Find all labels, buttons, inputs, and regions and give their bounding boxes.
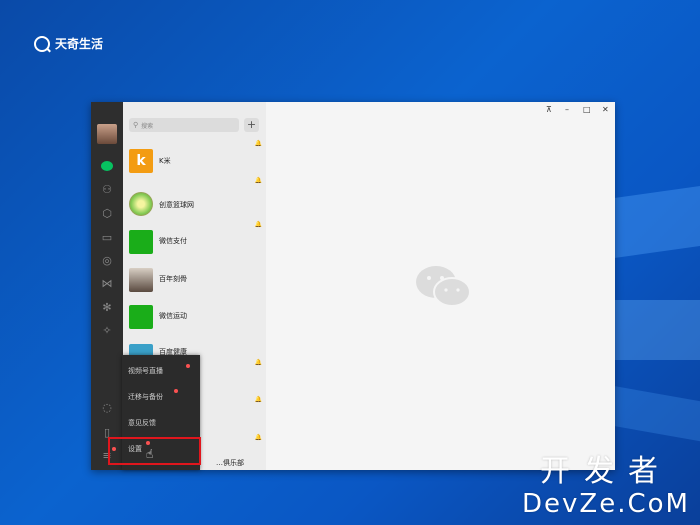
maximize-button[interactable]: □ [583, 105, 591, 114]
menu-item-channels-live[interactable]: 视频号直播 [128, 366, 163, 376]
chat-name-partial: …俱乐部 [216, 459, 244, 467]
kmi-avatar: k [129, 149, 153, 173]
list-item[interactable]: k K米 🔔 [123, 135, 266, 173]
brand-name: 天奇生活 [55, 37, 104, 51]
wechat-sport-avatar [129, 305, 153, 329]
list-item[interactable]: 创意篮球网 🔔 [123, 172, 266, 216]
phone-icon[interactable]: ◌ [100, 400, 114, 414]
list-item[interactable]: 微信运动 [123, 291, 266, 329]
search-feature-icon[interactable]: ✻ [100, 300, 114, 314]
chat-name: K米 [159, 157, 171, 165]
files-icon[interactable]: ▭ [100, 230, 114, 244]
close-button[interactable]: ✕ [602, 105, 609, 114]
mute-icon: 🔔 [254, 396, 262, 403]
menu-item-feedback[interactable]: 意见反馈 [128, 418, 156, 428]
search-placeholder: 搜索 [141, 122, 154, 130]
watermark-en: DevZe.CoM [522, 489, 690, 519]
list-item[interactable]: 微信支付 🔔 [123, 216, 266, 254]
avatar[interactable] [97, 124, 117, 144]
chat-name: 微信运动 [159, 312, 187, 320]
user-avatar [129, 268, 153, 292]
mute-icon: 🔔 [254, 140, 262, 147]
watermark-cn: 开发者 [540, 454, 672, 489]
search-input[interactable]: ⚲ 搜索 [129, 118, 239, 132]
favorites-icon[interactable]: ⬡ [100, 206, 114, 220]
chat-name: 微信支付 [159, 237, 187, 245]
chat-name: 百年刻骨 [159, 275, 187, 283]
mini-programs-icon[interactable]: ✧ [100, 323, 114, 337]
brand-logo-icon [34, 35, 50, 52]
pin-button[interactable]: ⊼ [546, 105, 552, 114]
moments-icon[interactable]: ◎ [100, 253, 114, 267]
mute-icon: 🔔 [254, 177, 262, 184]
list-item[interactable]: 百年刻骨 [123, 254, 266, 292]
site-watermark: 开发者 DevZe.CoM [522, 454, 690, 520]
search-icon: ⚲ [133, 121, 139, 129]
channels-icon[interactable]: ⋈ [100, 276, 114, 290]
add-button[interactable]: + [244, 118, 259, 132]
highlight-box [108, 437, 201, 465]
contacts-icon[interactable]: ⚇ [100, 182, 114, 196]
wechat-pay-avatar [129, 230, 153, 254]
desktop-ray [600, 180, 700, 260]
navigation-sidebar: ⚇ ⬡ ▭ ◎ ⋈ ✻ ✧ ◌ ▯ ≡ [91, 102, 123, 470]
menu-item-backup[interactable]: 迁移与备份 [128, 392, 163, 402]
chat-name: 创意篮球网 [159, 201, 194, 209]
chats-icon[interactable] [100, 159, 114, 173]
mute-icon: 🔔 [254, 434, 262, 441]
notification-dot [186, 364, 190, 368]
notification-dot [174, 389, 178, 393]
chat-content-area: ⊼ – □ ✕ [266, 102, 615, 470]
mute-icon: 🔔 [254, 221, 262, 228]
brand-watermark: 天奇生活 [34, 35, 103, 52]
basketball-avatar [129, 192, 153, 216]
wechat-logo-icon [416, 266, 471, 307]
mute-icon: 🔔 [254, 359, 262, 366]
minimize-button[interactable]: – [565, 105, 569, 114]
